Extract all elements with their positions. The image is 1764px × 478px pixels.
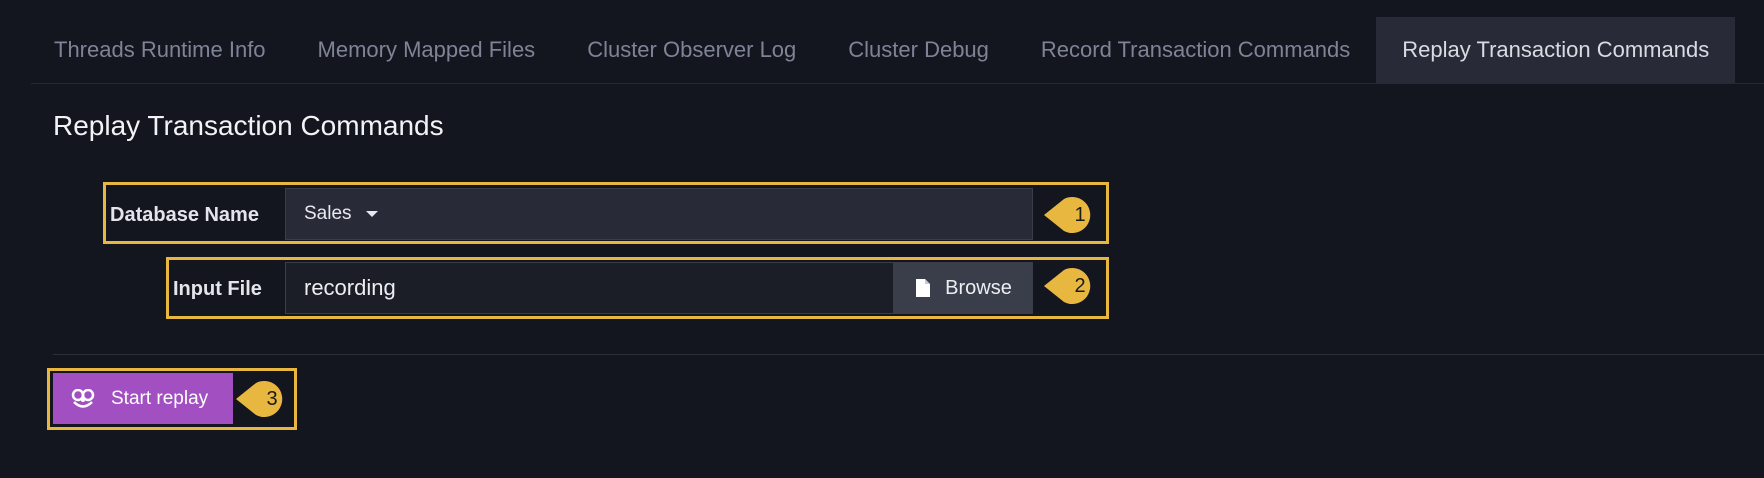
page-title: Replay Transaction Commands [53,110,444,141]
chevron-down-icon [365,211,378,217]
section-divider [53,354,1764,355]
file-icon [916,279,931,297]
tab-replay-transaction-commands[interactable]: Replay Transaction Commands [1376,17,1736,83]
tab-record-transaction-commands[interactable]: Record Transaction Commands [1015,17,1376,83]
tab-cluster-observer-log[interactable]: Cluster Observer Log [561,17,822,83]
callout-marker-2-label: 2 [1074,274,1086,297]
callout-marker-1-label: 1 [1074,203,1086,226]
start-replay-button[interactable]: Start replay [53,373,233,424]
replay-icon [71,388,95,408]
input-file-field[interactable]: recording [285,262,894,314]
browse-button-label: Browse [945,276,1012,299]
database-select[interactable]: Sales [285,188,1033,240]
callout-marker-3-label: 3 [266,387,278,410]
start-replay-label: Start replay [111,387,209,409]
callout-marker-2-label-wrap: 2 [1042,267,1098,305]
database-name-label: Database Name [110,204,259,226]
tab-threads-runtime-info[interactable]: Threads Runtime Info [31,17,292,83]
tab-memory-mapped-files[interactable]: Memory Mapped Files [292,17,562,83]
callout-marker-3-label-wrap: 3 [234,380,290,418]
database-select-value: Sales [304,203,352,224]
browse-button[interactable]: Browse [894,262,1033,314]
input-file-value: recording [304,275,396,300]
input-file-label: Input File [173,278,262,300]
callout-marker-1-label-wrap: 1 [1042,196,1098,234]
tab-cluster-debug[interactable]: Cluster Debug [822,17,1015,83]
tab-bar: Threads Runtime Info Memory Mapped Files… [31,17,1764,84]
